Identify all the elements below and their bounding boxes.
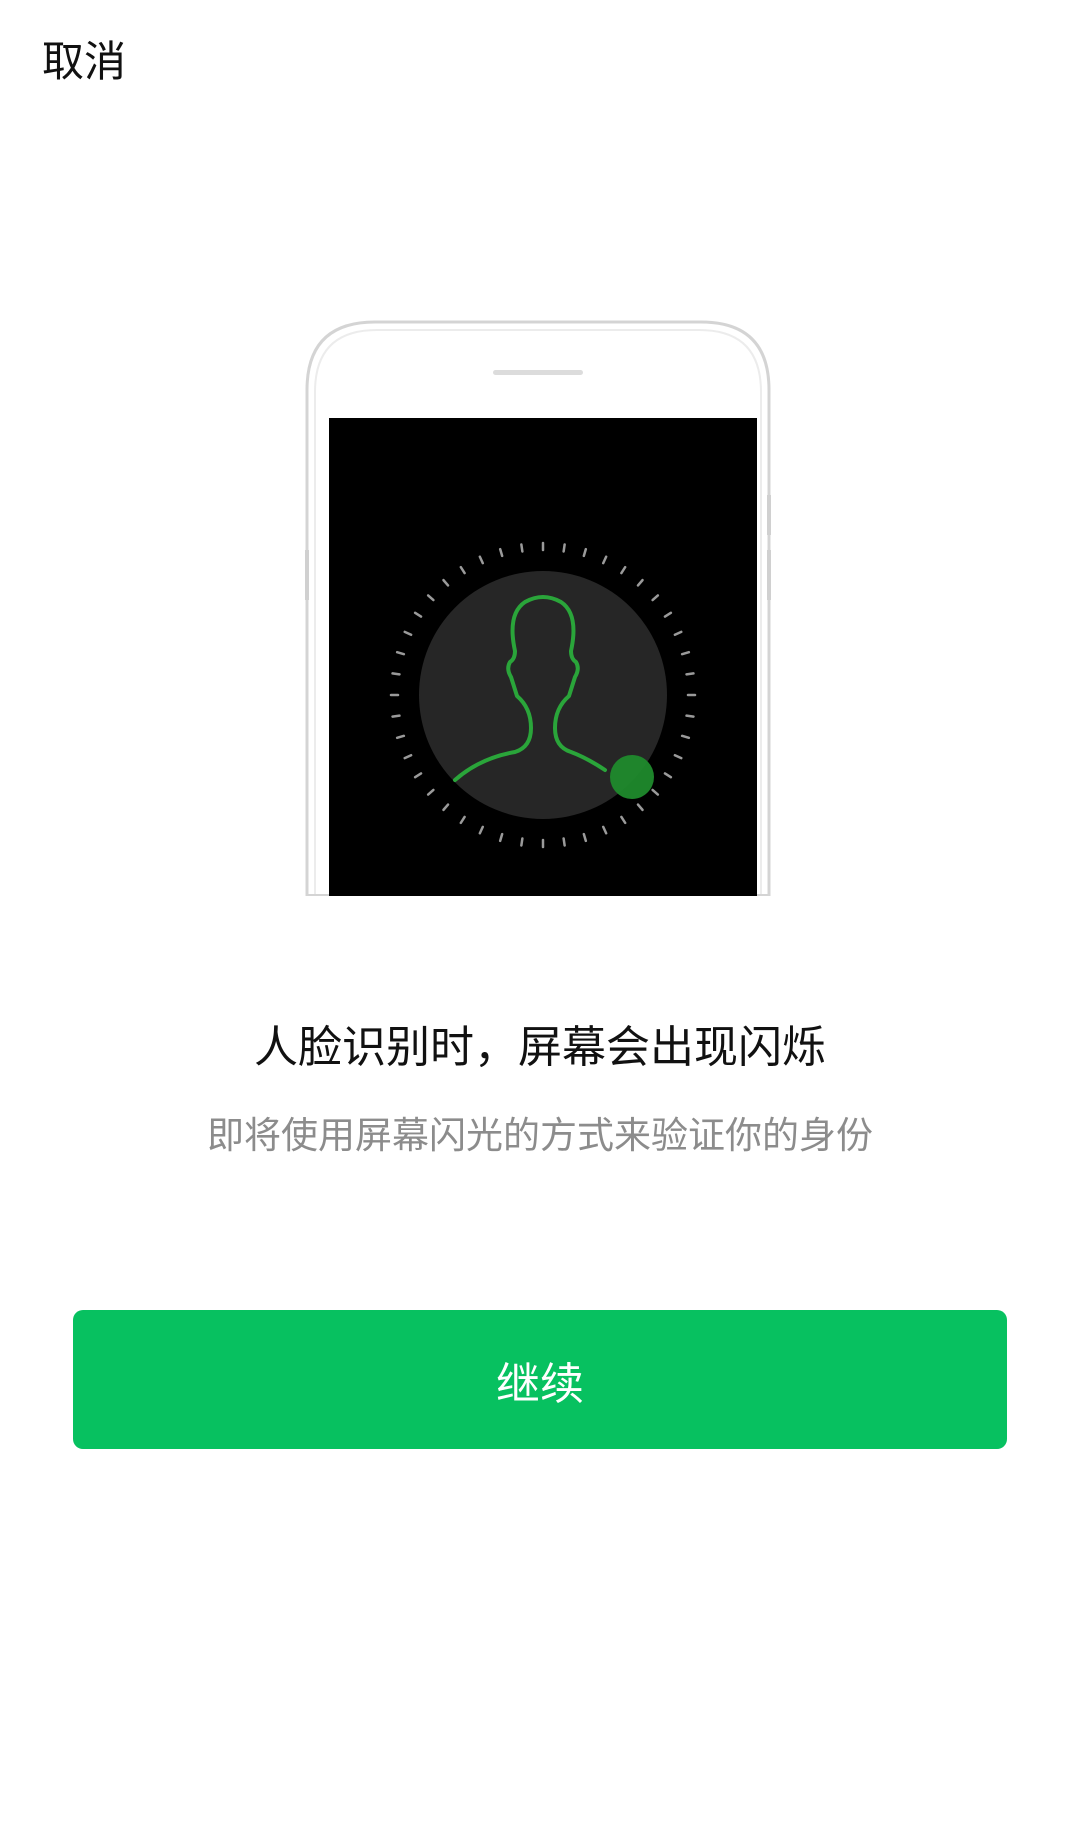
cancel-button[interactable]: 取消 — [42, 34, 126, 90]
face-scan-phone-illustration — [305, 320, 771, 896]
phone-speaker — [493, 370, 583, 375]
scan-tick — [391, 714, 401, 718]
scan-tick — [685, 672, 695, 676]
phone-side-button-right — [767, 495, 771, 535]
scan-tick — [520, 837, 524, 847]
continue-button[interactable]: 继续 — [73, 1310, 1007, 1449]
phone-side-button-left — [305, 550, 309, 600]
continue-button-label: 继续 — [496, 1358, 584, 1410]
phone-side-button-right-2 — [767, 550, 771, 600]
page-title: 人脸识别时，屏幕会出现闪烁 — [254, 1022, 826, 1073]
page-subtitle: 即将使用屏幕闪光的方式来验证你的身份 — [207, 1114, 873, 1157]
scan-tick — [562, 543, 566, 553]
scan-progress-dot — [610, 755, 654, 799]
scan-tick — [562, 837, 566, 847]
scan-tick — [685, 714, 695, 718]
scan-tick — [391, 672, 401, 676]
scan-tick — [520, 543, 524, 553]
